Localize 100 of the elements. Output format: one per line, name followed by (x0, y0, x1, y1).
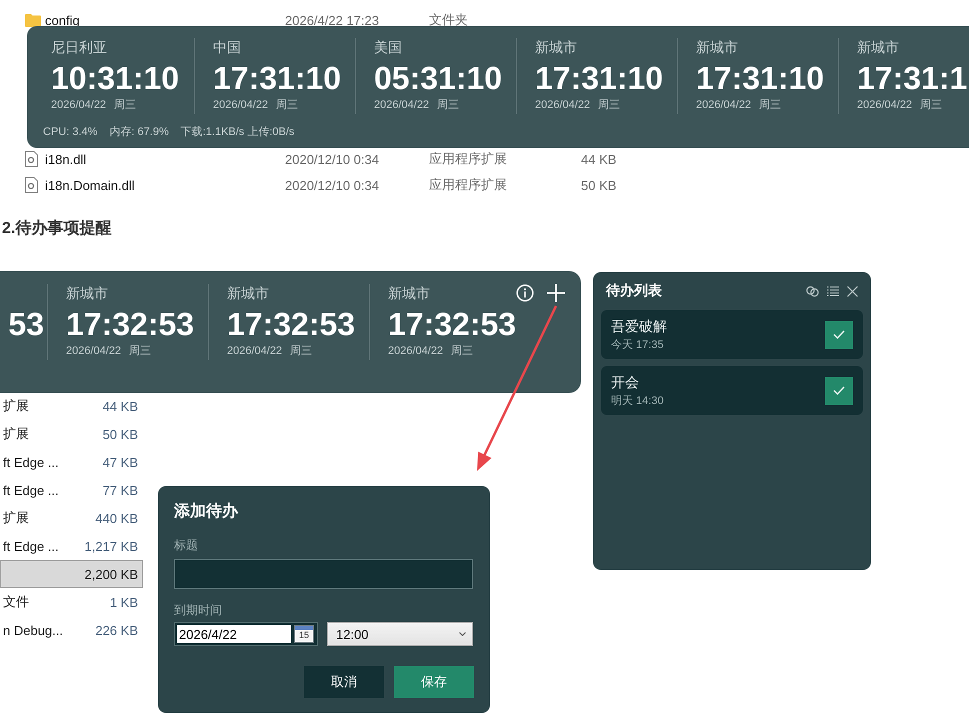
weekday-label: 周三 (290, 344, 312, 358)
link-icon (806, 286, 819, 296)
clock-time: 05:31:10 (374, 60, 502, 96)
clock-date: 2026/04/22 (374, 98, 430, 112)
city-name: 新城市 (535, 38, 577, 56)
add-button[interactable] (547, 284, 565, 302)
date-field[interactable]: 2026/4/22 15 (174, 622, 318, 646)
weekday-label: 周三 (451, 344, 474, 358)
file-date: 2020/12/10 0:34 (285, 178, 380, 192)
file-type: ft Edge ... (3, 482, 59, 498)
weekday-label: 周三 (276, 98, 298, 112)
file-row[interactable]: 扩展 440 KB (0, 504, 143, 532)
city-name: 新城市 (227, 284, 269, 302)
time-dropdown[interactable]: 12:00 (327, 622, 473, 646)
list-button[interactable] (827, 286, 839, 296)
city-name: 新城市 (696, 38, 738, 56)
plus-icon (547, 284, 565, 302)
system-stat: 内存: 67.9% (109, 125, 169, 140)
check-icon (833, 386, 845, 395)
file-row[interactable]: 2,200 KB (0, 560, 143, 588)
todo-item[interactable]: 开会 明天 14:30 (601, 366, 863, 415)
save-button[interactable]: 保存 (394, 666, 474, 698)
file-type: 扩展 (3, 425, 29, 443)
file-row[interactable]: ft Edge ... 47 KB (0, 448, 143, 476)
weekday-label: 周三 (114, 98, 136, 112)
file-type: ft Edge ... (3, 538, 59, 554)
panel-title: 待办列表 (606, 282, 662, 300)
clock-time: 17:32:53 (66, 306, 194, 342)
file-row[interactable]: n Debug... 226 KB (0, 616, 143, 644)
file-name: i18n.Domain.dll (45, 178, 136, 192)
file-gear-icon (25, 177, 38, 193)
file-type: n Debug... (3, 622, 63, 638)
clock-date: 2026/04/22 (227, 344, 282, 358)
file-type: 扩展 (3, 509, 29, 527)
clock-date: 2026/04/22 (51, 98, 106, 112)
todo-title: 吾爱破解 (611, 318, 667, 334)
city-name: 尼日利亚 (51, 38, 107, 56)
todo-item[interactable]: 吾爱破解 今天 17:35 (601, 310, 863, 359)
file-size: 440 KB (95, 510, 138, 526)
file-size: 50 KB (102, 426, 138, 442)
caret-icon (459, 632, 466, 636)
info-icon (516, 284, 534, 302)
todo-due-time: 今天 17:35 (611, 338, 665, 352)
clock-date: 2026/04/22 (535, 98, 590, 112)
file-size: 1 KB (110, 594, 138, 610)
system-stat: CPU: 3.4% (43, 125, 98, 140)
file-gear-icon (25, 151, 38, 167)
todo-title: 开会 (611, 374, 640, 390)
complete-button[interactable] (825, 320, 853, 348)
clock-time: 10:31:10 (51, 60, 180, 96)
field-label: 标题 (174, 537, 199, 553)
city-name: 新城市 (857, 38, 899, 56)
file-type: 应用程序扩展 (429, 176, 508, 194)
clock-time: 17:32:53 (227, 306, 356, 342)
file-name: config (45, 12, 81, 28)
file-row[interactable]: 文件 1 KB (0, 588, 143, 616)
clock-time: 17:31:10 (696, 60, 824, 96)
file-row[interactable]: ft Edge ... 77 KB (0, 476, 143, 504)
todo-due-time: 明天 14:30 (611, 394, 664, 408)
clock-time: 17:32:53 (388, 306, 516, 342)
clock-time: 17:31:10 (213, 60, 342, 96)
calendar-button[interactable]: 15 (294, 625, 314, 643)
field-label: 到期时间 (174, 602, 223, 618)
clock-time: 17:31:1 (857, 60, 968, 96)
check-icon (833, 330, 845, 339)
file-size: 47 KB (102, 454, 138, 470)
clock-date: 2026/04/22 (213, 98, 268, 112)
info-button[interactable] (516, 284, 534, 302)
file-name: i18n.dll (45, 152, 88, 166)
weekday-label: 周三 (759, 98, 782, 112)
file-row[interactable]: ft Edge ... 1,217 KB (0, 532, 143, 560)
clock-time: 17:31:10 (535, 60, 664, 96)
list-icon (827, 286, 839, 296)
file-row[interactable]: 扩展 50 KB (0, 420, 143, 448)
weekday-label: 周三 (920, 98, 942, 112)
close-button[interactable] (847, 286, 858, 296)
file-type: 文件 (3, 593, 29, 611)
file-type: 扩展 (3, 397, 29, 415)
file-date: 2020/12/10 0:34 (285, 152, 380, 166)
close-icon (847, 286, 858, 296)
complete-button[interactable] (825, 376, 853, 404)
title-input[interactable] (174, 559, 473, 589)
file-size: 77 KB (102, 482, 138, 498)
city-name: 中国 (213, 38, 241, 56)
file-size: 50 KB (581, 178, 618, 192)
file-size: 44 KB (102, 398, 138, 414)
weekday-label: 周三 (129, 344, 152, 358)
dialog-title: 添加待办 (174, 502, 240, 522)
clock-time: 53 (8, 306, 44, 342)
file-size: 44 KB (581, 152, 618, 166)
file-type: ft Edge ... (3, 454, 59, 470)
link-button[interactable] (806, 286, 819, 296)
file-row[interactable]: 扩展 44 KB (0, 392, 143, 420)
file-date: 2026/4/22 17:23 (285, 12, 380, 28)
cancel-button[interactable]: 取消 (304, 666, 384, 698)
file-size: 1,217 KB (84, 538, 138, 554)
folder-icon (25, 13, 41, 27)
clock-date: 2026/04/22 (857, 98, 912, 112)
system-stat: 下载:1.1KB/s 上传:0B/s (180, 125, 294, 140)
file-size: 2,200 KB (84, 566, 138, 582)
